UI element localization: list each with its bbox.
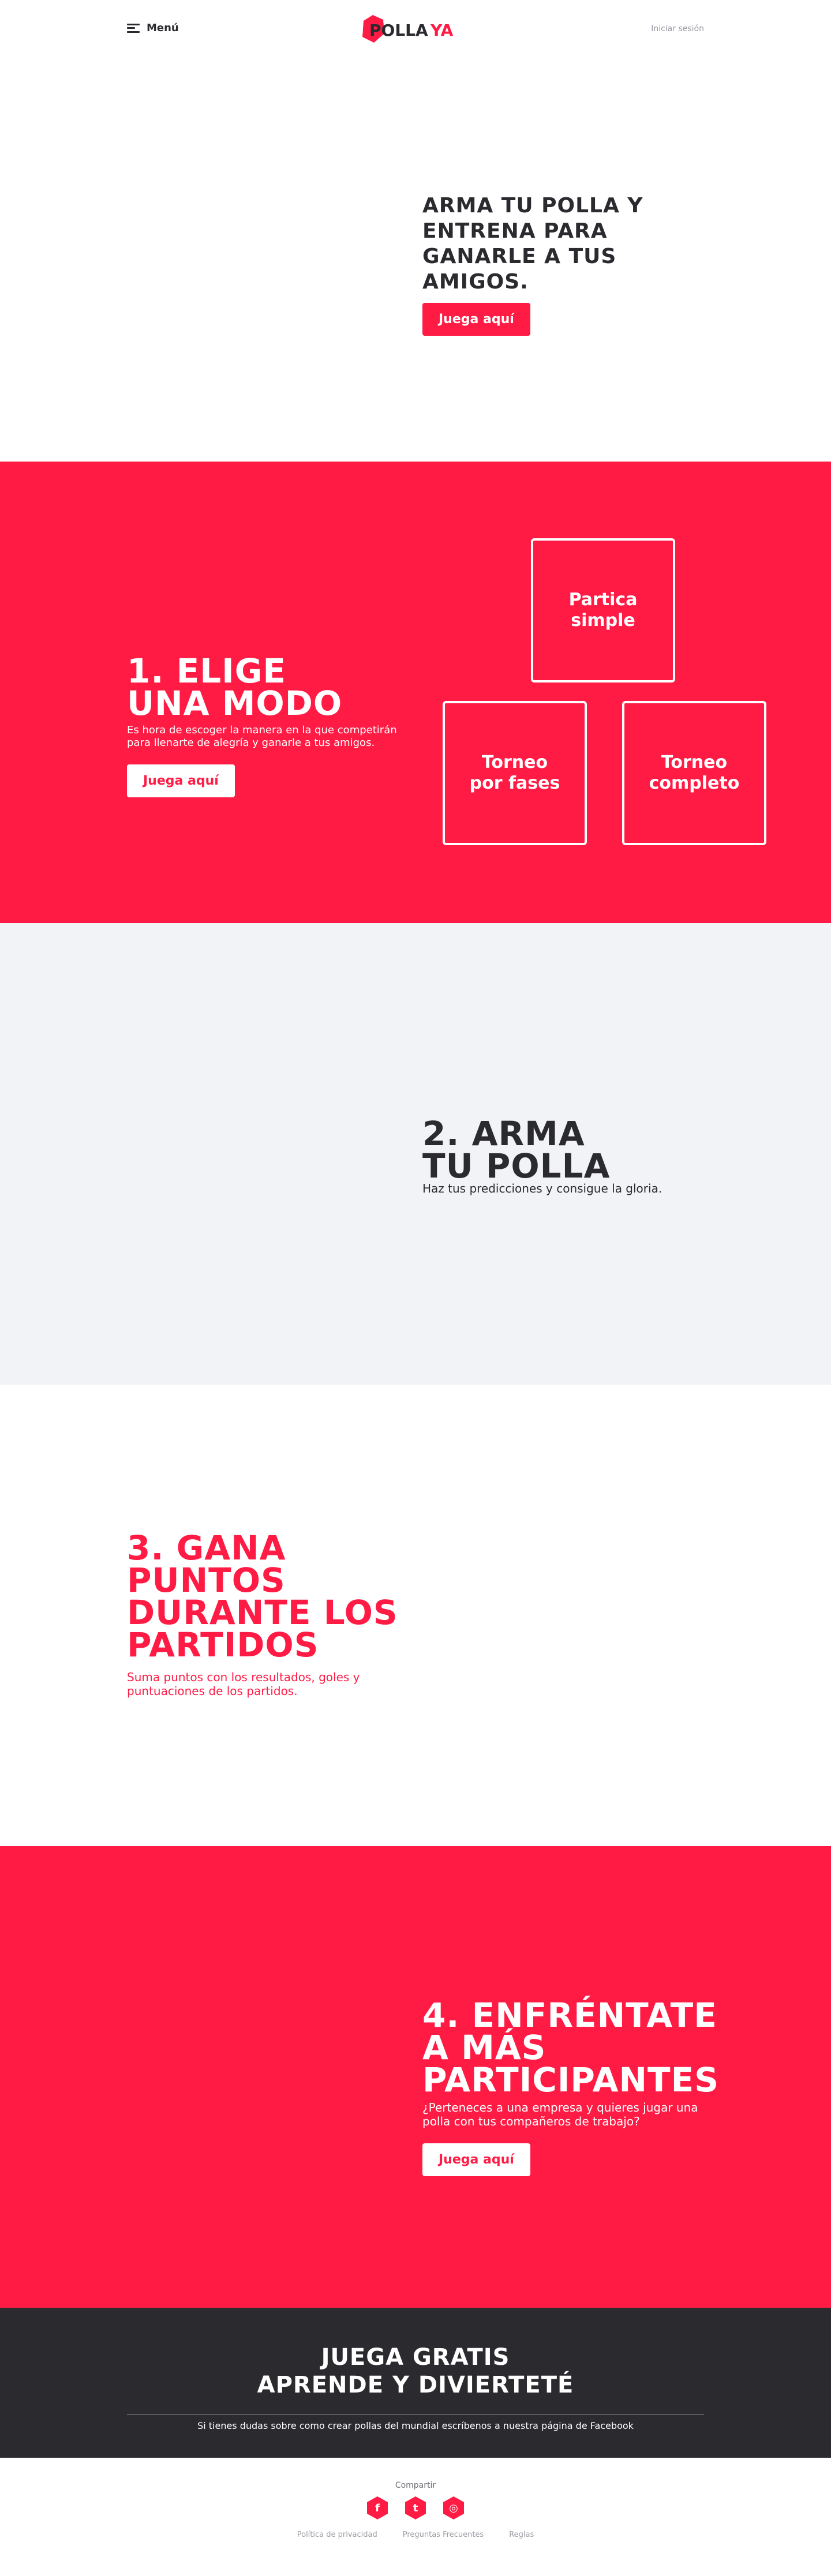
mode-card-label: Torneo por fases	[470, 752, 560, 794]
step3-description: Suma puntos con los resultados, goles y …	[127, 1670, 360, 1698]
mode-card-label: Partica simple	[569, 590, 638, 631]
hero-content: ARMA TU POLLA Y ENTRENA PARA GANARLE A T…	[422, 193, 723, 336]
login-link[interactable]: Iniciar sesión	[651, 24, 704, 33]
menu-button[interactable]: Menú	[127, 22, 179, 34]
step3-section: 3. GANA PUNTOS DURANTE LOS PARTIDOS Suma…	[0, 1385, 831, 1846]
logo-text-ya: YA	[430, 21, 454, 40]
mode-card-complete[interactable]: Torneo completo	[622, 701, 766, 845]
cta-title: JUEGA GRATIS APRENDE Y DIVIERTETÉ	[0, 2308, 831, 2399]
mode-card-line: Partica	[568, 590, 638, 610]
hero-title-line: GANARLE A TUS AMIGOS.	[422, 245, 617, 294]
cta-title-line: JUEGA GRATIS	[321, 2344, 510, 2371]
step2-title: 2. ARMA TU POLLA	[422, 1117, 723, 1183]
step2-content: 2. ARMA TU POLLA Haz tus predicciones y …	[422, 1117, 723, 1195]
facebook-glyph: f	[375, 2502, 380, 2514]
share-label: Compartir	[395, 2481, 436, 2490]
cta-title-line: APRENDE Y DIVIERTETÉ	[257, 2372, 574, 2398]
step3-title: 3. GANA PUNTOS DURANTE LOS PARTIDOS	[127, 1531, 427, 1664]
instagram-icon[interactable]: ◎	[441, 2496, 466, 2520]
step1-content: 1. ELIGE UNA MODO Es hora de escoger la …	[127, 654, 404, 797]
site-footer: Compartir f t ◎ Política de privacidad P…	[0, 2458, 831, 2553]
step4-description: ¿Perteneces a una empresa y quieres juga…	[422, 2101, 698, 2128]
site-header: Menú POLLA YA Iniciar sesión	[0, 0, 831, 58]
hero-title-line: ENTRENA PARA	[422, 219, 608, 243]
cta-band: JUEGA GRATIS APRENDE Y DIVIERTETÉ Si tie…	[0, 2308, 831, 2458]
social-links: f t ◎	[0, 2496, 831, 2520]
step4-content: 4. ENFRÉNTATE A MÁS PARTICIPANTES ¿Perte…	[422, 1998, 723, 2176]
hero-title-line: ARMA TU POLLA Y	[422, 194, 643, 218]
logo-text-polla: POLLA	[369, 21, 428, 40]
rules-link[interactable]: Reglas	[509, 2530, 534, 2539]
mode-card-simple[interactable]: Partica simple	[531, 538, 675, 683]
mode-card-line: por fases	[469, 773, 560, 793]
hero-section: ARMA TU POLLA Y ENTRENA PARA GANARLE A T…	[0, 58, 831, 462]
mode-card-phases[interactable]: Torneo por fases	[443, 701, 587, 845]
step4-title-line: PARTICIPANTES	[422, 2060, 719, 2099]
step2-title-line: TU POLLA	[422, 1146, 611, 1186]
step3-title-line: PARTIDOS	[127, 1625, 319, 1664]
step1-play-button[interactable]: Juega aquí	[127, 764, 235, 797]
cta-note: Si tienes dudas sobre como crear pollas …	[197, 2420, 634, 2431]
mode-card-label: Torneo completo	[649, 752, 740, 794]
twitter-glyph: t	[413, 2502, 418, 2514]
step1-title-line: UNA MODO	[127, 684, 343, 723]
hero-title: ARMA TU POLLA Y ENTRENA PARA GANARLE A T…	[422, 193, 723, 295]
step1-description: Es hora de escoger la manera en la que c…	[127, 724, 397, 749]
hero-play-button[interactable]: Juega aquí	[422, 303, 530, 336]
facebook-icon[interactable]: f	[365, 2496, 390, 2520]
step1-title: 1. ELIGE UNA MODO	[127, 654, 404, 720]
mode-card-line: Torneo	[661, 752, 728, 773]
step3-content: 3. GANA PUNTOS DURANTE LOS PARTIDOS Suma…	[127, 1531, 427, 1698]
privacy-policy-link[interactable]: Política de privacidad	[297, 2530, 377, 2539]
hamburger-icon	[127, 23, 140, 33]
mode-card-line: simple	[571, 610, 635, 631]
step2-section: 2. ARMA TU POLLA Haz tus predicciones y …	[0, 923, 831, 1385]
step1-section: 1. ELIGE UNA MODO Es hora de escoger la …	[0, 462, 831, 923]
step2-description: Haz tus predicciones y consigue la glori…	[422, 1182, 662, 1195]
mode-card-line: Torneo	[481, 752, 548, 773]
step4-play-button[interactable]: Juega aquí	[422, 2143, 530, 2176]
footer-links: Política de privacidad Preguntas Frecuen…	[0, 2530, 831, 2539]
instagram-glyph: ◎	[449, 2502, 458, 2514]
step4-section: 4. ENFRÉNTATE A MÁS PARTICIPANTES ¿Perte…	[0, 1846, 831, 2308]
step4-title: 4. ENFRÉNTATE A MÁS PARTICIPANTES	[422, 1998, 723, 2099]
mode-card-line: completo	[649, 773, 740, 793]
pollaya-logo[interactable]: POLLA YA	[359, 13, 463, 45]
menu-label: Menú	[147, 22, 179, 34]
twitter-icon[interactable]: t	[403, 2496, 428, 2520]
faq-link[interactable]: Preguntas Frecuentes	[403, 2530, 484, 2539]
